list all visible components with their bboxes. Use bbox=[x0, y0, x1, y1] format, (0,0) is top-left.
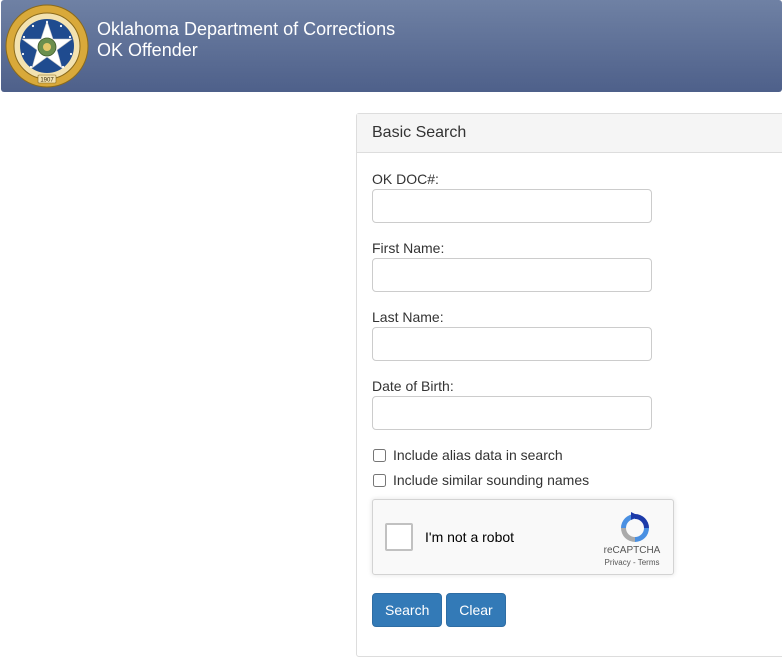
page-title: Oklahoma Department of Corrections bbox=[97, 19, 396, 39]
clear-button[interactable]: Clear bbox=[446, 593, 506, 627]
last-name-input[interactable] bbox=[372, 327, 652, 361]
recaptcha-brand: reCAPTCHA bbox=[603, 545, 661, 556]
site-header: 1907 Oklahoma Department of Corrections … bbox=[1, 0, 782, 92]
recaptcha-checkbox[interactable] bbox=[385, 523, 413, 551]
basic-search-panel: Basic Search OK DOC#: First Name: Last N… bbox=[356, 113, 782, 657]
dob-input[interactable] bbox=[372, 396, 652, 430]
alias-checkbox-label: Include alias data in search bbox=[393, 447, 563, 463]
alias-option: Include alias data in search bbox=[372, 446, 563, 464]
first-name-input[interactable] bbox=[372, 258, 652, 292]
first-name-label: First Name: bbox=[372, 240, 445, 256]
alias-checkbox[interactable] bbox=[373, 448, 386, 462]
doc-number-input[interactable] bbox=[372, 189, 652, 223]
recaptcha-privacy-terms[interactable]: Privacy - Terms bbox=[595, 558, 669, 567]
recaptcha-logo-icon bbox=[621, 512, 649, 542]
recaptcha-widget: I'm not a robot reCAPTCHA Privacy - Term… bbox=[372, 499, 674, 575]
similar-names-checkbox-label: Include similar sounding names bbox=[393, 472, 590, 488]
similar-names-option: Include similar sounding names bbox=[372, 471, 589, 489]
recaptcha-label: I'm not a robot bbox=[425, 529, 515, 545]
similar-names-checkbox[interactable] bbox=[373, 473, 386, 487]
panel-heading: Basic Search bbox=[357, 114, 782, 153]
page-subtitle: OK Offender bbox=[97, 40, 198, 60]
search-button[interactable]: Search bbox=[372, 593, 442, 627]
dob-label: Date of Birth: bbox=[372, 378, 454, 394]
last-name-label: Last Name: bbox=[372, 309, 444, 325]
doc-number-label: OK DOC#: bbox=[372, 171, 439, 187]
seal-year: 1907 bbox=[40, 78, 54, 84]
state-seal-icon: 1907 bbox=[5, 4, 89, 88]
